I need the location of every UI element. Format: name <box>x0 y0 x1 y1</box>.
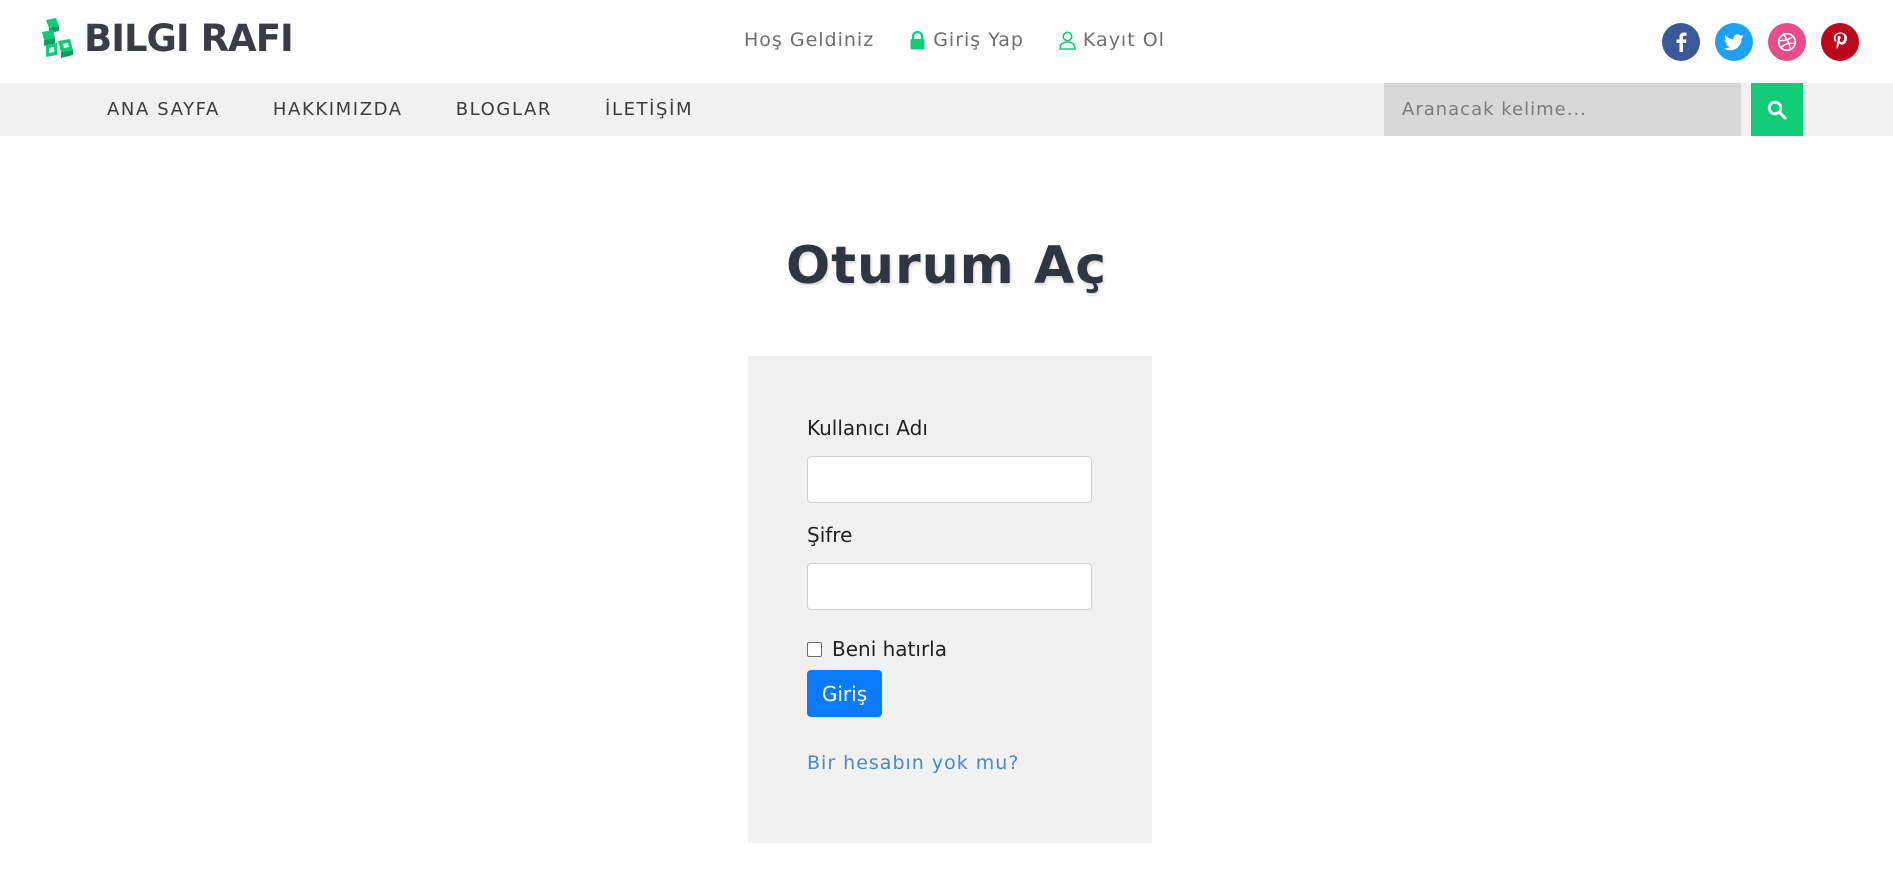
account-links: Hoş Geldiniz Giriş Yap Kayıt Ol <box>744 25 1200 55</box>
login-form: Kullanıcı Adı Şifre Beni hatırla Giriş B… <box>748 356 1152 843</box>
login-submit-button[interactable]: Giriş <box>807 670 882 717</box>
username-label: Kullanıcı Adı <box>807 416 928 440</box>
welcome-link[interactable]: Hoş Geldiniz <box>744 29 874 51</box>
password-field[interactable] <box>807 563 1092 610</box>
search-button[interactable] <box>1751 83 1803 136</box>
nav-item-blogs[interactable]: BLOGLAR <box>456 99 552 120</box>
dribbble-button[interactable] <box>1768 23 1806 61</box>
page-title: Oturum Aç <box>785 236 1108 296</box>
search-input[interactable] <box>1384 83 1741 136</box>
register-label: Kayıt Ol <box>1082 29 1165 51</box>
welcome-label: Hoş Geldiniz <box>744 29 875 51</box>
facebook-icon <box>1676 32 1687 52</box>
nav-item-home[interactable]: ANA SAYFA <box>107 99 220 120</box>
search-icon <box>1767 100 1787 119</box>
brand-name: BILGI RAFI <box>84 17 294 60</box>
top-header: BILGI RAFI Hoş Geldiniz Giriş Yap Kayıt … <box>0 0 1893 83</box>
facebook-button[interactable] <box>1662 23 1700 61</box>
twitter-button[interactable] <box>1715 23 1753 61</box>
social-links <box>1662 23 1859 61</box>
pinterest-button[interactable] <box>1821 23 1859 61</box>
user-icon <box>1059 31 1076 50</box>
password-label: Şifre <box>807 523 853 547</box>
username-field[interactable] <box>807 456 1092 503</box>
twitter-icon <box>1724 33 1744 50</box>
remember-me-checkbox[interactable] <box>807 641 822 657</box>
nav-menu: ANA SAYFA HAKKIMIZDA BLOGLAR İLETİŞİM <box>107 83 746 136</box>
remember-me-label: Beni hatırla <box>832 637 947 661</box>
remember-me-row: Beni hatırla <box>807 634 947 664</box>
lock-icon <box>910 30 925 49</box>
nav-item-contact[interactable]: İLETİŞİM <box>605 99 693 120</box>
login-label: Giriş Yap <box>933 29 1024 51</box>
pinterest-icon <box>1833 32 1847 49</box>
register-top-link[interactable]: Kayıt Ol <box>1059 29 1165 51</box>
dribbble-icon <box>1777 32 1797 52</box>
stacked-boxes-icon <box>42 18 73 58</box>
site-logo[interactable]: BILGI RAFI <box>40 17 294 60</box>
register-link[interactable]: Bir hesabın yok mu? <box>807 752 1019 774</box>
login-link[interactable]: Giriş Yap <box>909 29 1024 51</box>
nav-item-about[interactable]: HAKKIMIZDA <box>273 99 403 120</box>
